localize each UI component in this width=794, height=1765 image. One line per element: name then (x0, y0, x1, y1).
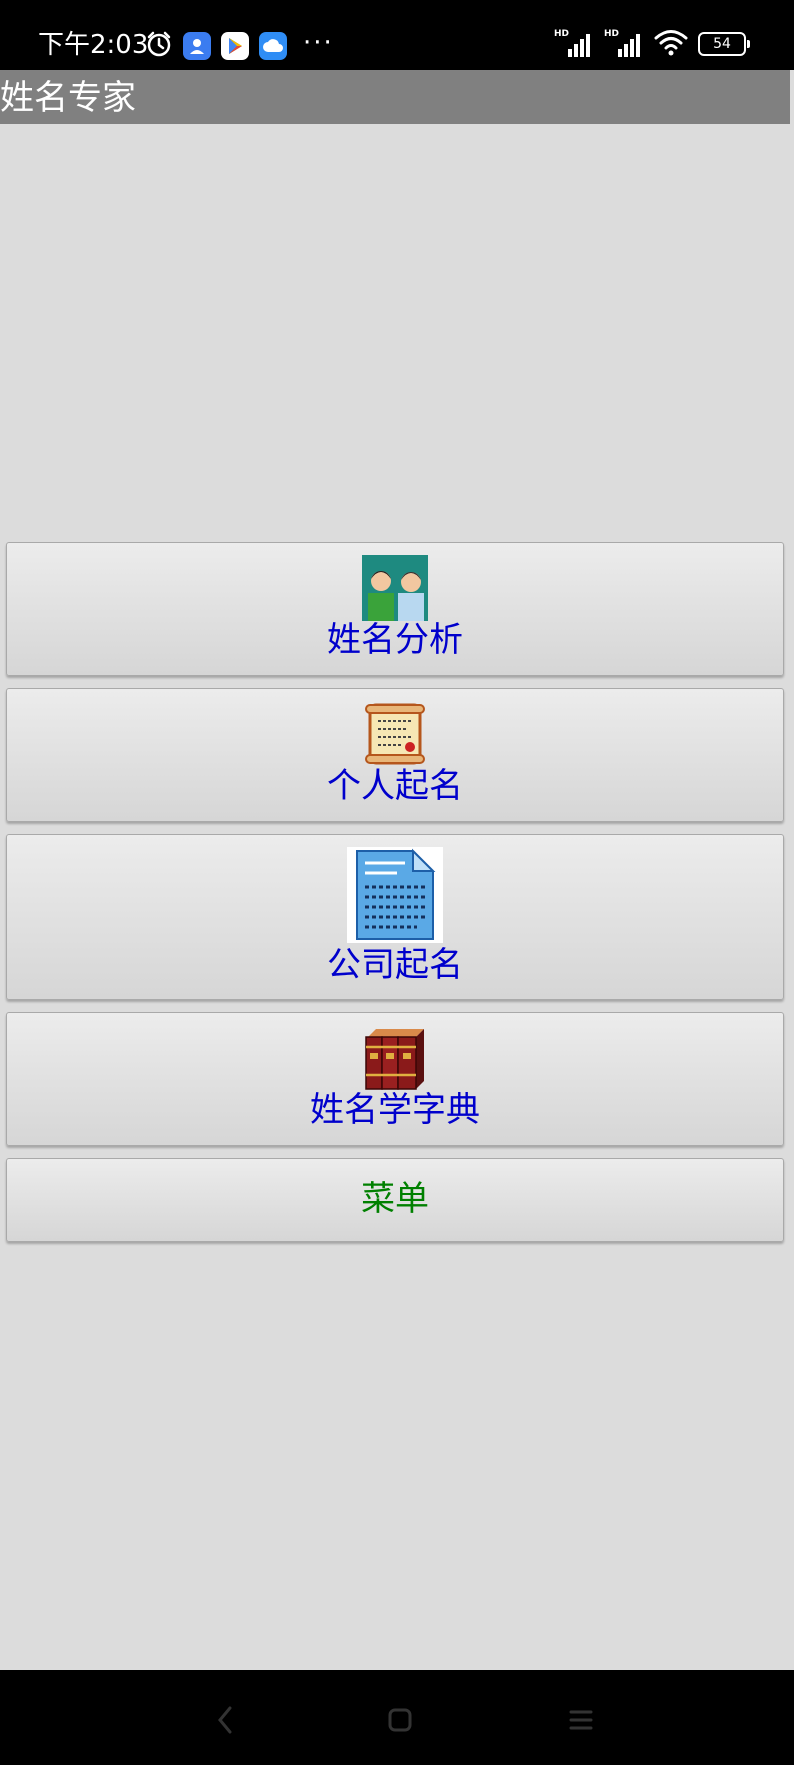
books-icon (362, 1025, 428, 1095)
back-icon[interactable] (205, 1700, 245, 1740)
app-title: 姓名专家 (0, 78, 136, 118)
play-store-icon (221, 32, 249, 60)
navigation-bar (0, 1670, 794, 1765)
personal-naming-button[interactable]: 个人起名 (6, 688, 784, 822)
wifi-icon (654, 28, 688, 60)
notification-icons (145, 30, 287, 62)
personal-naming-label: 个人起名 (327, 766, 463, 806)
naming-dictionary-button[interactable]: 姓名学字典 (6, 1012, 784, 1146)
name-analysis-label: 姓名分析 (327, 620, 463, 660)
document-icon (347, 847, 443, 947)
title-bar: 姓名专家 (0, 70, 790, 124)
contacts-app-icon (183, 32, 211, 60)
cloud-icon (259, 32, 287, 60)
alarm-icon (145, 30, 173, 62)
system-status-icons: HD HD 54 (554, 28, 750, 60)
signal-hd-icon-2: HD (604, 29, 644, 59)
status-time: 下午2:03 (38, 30, 149, 60)
app-screen: 下午2:03 ··· HD HD 54 姓名专家 姓名分析 个人起名 公司起名 … (0, 0, 794, 1765)
more-notifications-icon: ··· (303, 28, 334, 58)
home-icon[interactable] (380, 1700, 420, 1740)
menu-button[interactable]: 菜单 (6, 1158, 784, 1242)
name-analysis-button[interactable]: 姓名分析 (6, 542, 784, 676)
company-naming-label: 公司起名 (327, 945, 463, 985)
scroll-icon (362, 701, 428, 771)
people-icon (362, 555, 428, 625)
signal-hd-icon: HD (554, 29, 594, 59)
naming-dictionary-label: 姓名学字典 (310, 1090, 480, 1130)
menu-label: 菜单 (361, 1179, 429, 1219)
recents-icon[interactable] (561, 1700, 601, 1740)
status-bar: 下午2:03 ··· HD HD 54 (0, 0, 794, 70)
company-naming-button[interactable]: 公司起名 (6, 834, 784, 1000)
battery-indicator: 54 (698, 32, 750, 56)
